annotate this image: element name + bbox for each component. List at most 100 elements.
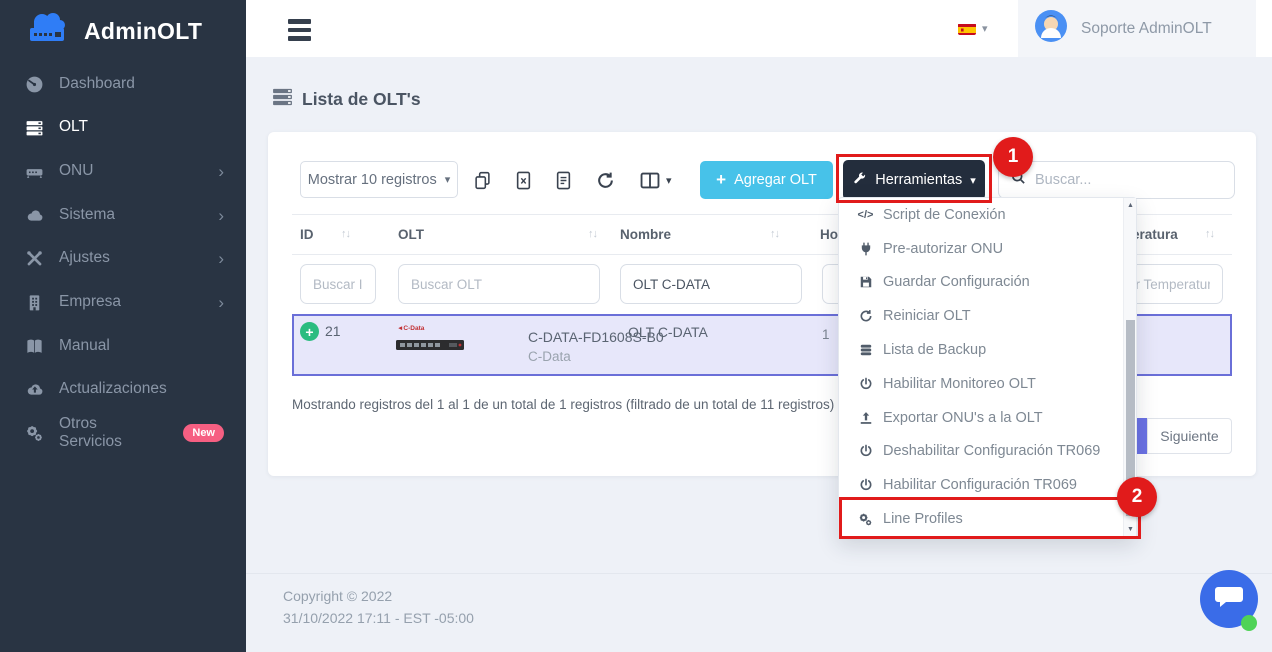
caret-down-icon: ▾ <box>445 173 451 186</box>
add-olt-button[interactable]: + Agregar OLT <box>700 161 833 199</box>
menu-item-reiniciar-olt[interactable]: Reiniciar OLT <box>839 299 1136 333</box>
sidebar-item-label: Ajustes <box>59 249 110 267</box>
sort-icon: ↑↓ <box>770 228 779 240</box>
filter-olt-input[interactable] <box>398 264 600 304</box>
column-header-olt[interactable]: OLT <box>398 227 424 242</box>
sort-icon: ↑↓ <box>341 228 350 240</box>
caret-down-icon: ▾ <box>666 174 672 187</box>
refresh-icon[interactable] <box>596 171 615 190</box>
page-title: Lista de OLT's <box>272 88 421 111</box>
cell-host: 1 <box>822 327 830 342</box>
column-header-id[interactable]: ID <box>300 227 314 242</box>
book-icon <box>24 336 44 356</box>
copy-icon[interactable] <box>474 171 491 190</box>
sidebar-item-onu[interactable]: ONU › <box>0 154 246 188</box>
olt-icon <box>24 117 44 137</box>
menu-item-exportar-onus-a-la-olt[interactable]: Exportar ONU's a la OLT <box>839 401 1136 435</box>
footer-datetime: 31/10/2022 17:11 - EST -05:00 <box>283 610 474 626</box>
chat-widget-button[interactable] <box>1200 570 1258 628</box>
filter-nombre-input[interactable] <box>620 264 802 304</box>
online-status-dot <box>1241 615 1257 631</box>
sidebar-item-label: Sistema <box>59 206 115 224</box>
search-input[interactable] <box>1035 172 1222 188</box>
sidebar-item-dashboard[interactable]: Dashboard <box>0 67 246 101</box>
user-name: Soporte AdminOLT <box>1081 20 1212 38</box>
user-menu[interactable]: Soporte AdminOLT <box>1018 0 1256 57</box>
menu-item-script-de-conexion[interactable]: </> Script de Conexión <box>839 198 1136 232</box>
sidebar-item-label: Otros Servicios <box>59 415 160 451</box>
app-logo-text: AdminOLT <box>84 18 202 45</box>
sidebar-item-ajustes[interactable]: Ajustes › <box>0 241 246 275</box>
chevron-right-icon: › <box>218 250 224 267</box>
cell-olt-brand: C-Data <box>528 349 571 364</box>
tools-dropdown-menu: </> Script de Conexión Pre-autorizar ONU… <box>838 197 1137 538</box>
menu-item-pre-autorizar-onu[interactable]: Pre-autorizar ONU <box>839 232 1136 266</box>
adminolt-screen: AdminOLT Dashboard OLT ONU › Siste <box>0 0 1272 652</box>
footer-divider <box>246 573 1272 574</box>
chevron-right-icon: › <box>218 294 224 311</box>
sidebar: AdminOLT Dashboard OLT ONU › Siste <box>0 0 246 652</box>
scroll-up-icon[interactable]: ▲ <box>1124 202 1137 209</box>
sidebar-item-olt[interactable]: OLT <box>0 110 246 144</box>
sort-icon: ↑↓ <box>588 228 597 240</box>
table-info-text: Mostrando registros del 1 al 1 de un tot… <box>292 397 834 412</box>
chat-bubble-icon <box>1214 584 1244 615</box>
table-search <box>998 161 1235 199</box>
sidebar-item-actualizaciones[interactable]: Actualizaciones <box>0 372 246 406</box>
hamburger-menu-icon[interactable] <box>288 19 311 45</box>
cell-nombre: OLT C-DATA <box>628 324 708 340</box>
upload-icon <box>857 411 874 425</box>
expand-row-icon[interactable]: + <box>300 322 319 341</box>
olt-list-icon <box>272 88 293 111</box>
excel-file-icon[interactable] <box>516 171 531 190</box>
refresh-icon <box>857 309 874 323</box>
sidebar-item-label: Manual <box>59 337 110 355</box>
sort-icon: ↑↓ <box>1205 228 1214 240</box>
language-selector[interactable]: ▾ <box>958 0 988 57</box>
new-badge: New <box>183 424 224 442</box>
save-icon <box>857 275 874 289</box>
cloud-icon <box>24 205 44 225</box>
svg-text:◄C-Data: ◄C-Data <box>397 325 425 332</box>
plug-icon <box>857 242 874 256</box>
chevron-right-icon: › <box>218 163 224 180</box>
menu-item-lista-de-backup[interactable]: Lista de Backup <box>839 333 1136 367</box>
olt-device-image: ◄C-Data <box>394 320 468 367</box>
sidebar-item-label: Empresa <box>59 293 121 311</box>
backup-icon <box>857 343 874 357</box>
table-export-toolbar: ▾ <box>474 162 672 198</box>
sidebar-item-manual[interactable]: Manual <box>0 329 246 363</box>
gears-icon <box>24 423 44 443</box>
step-2-badge: 2 <box>1117 477 1157 517</box>
sidebar-item-label: Dashboard <box>59 75 135 93</box>
filter-id-input[interactable] <box>300 264 376 304</box>
power-icon <box>857 444 874 458</box>
menu-item-habilitar-monitoreo-olt[interactable]: Habilitar Monitoreo OLT <box>839 367 1136 401</box>
adminolt-logo-icon <box>22 10 76 53</box>
avatar <box>1035 10 1067 47</box>
chevron-right-icon: › <box>218 207 224 224</box>
sidebar-item-label: OLT <box>59 118 88 136</box>
sidebar-item-sistema[interactable]: Sistema › <box>0 198 246 232</box>
document-file-icon[interactable] <box>556 171 571 190</box>
column-header-nombre[interactable]: Nombre <box>620 227 671 242</box>
annotation-box-2 <box>839 497 1141 539</box>
onu-icon <box>24 161 44 181</box>
footer-copyright: Copyright © 2022 <box>283 588 392 604</box>
menu-item-deshabilitar-configuracion-tr069[interactable]: Deshabilitar Configuración TR069 <box>839 435 1136 469</box>
app-logo[interactable]: AdminOLT <box>22 10 202 53</box>
cloud-upload-icon <box>24 379 44 399</box>
power-icon <box>857 377 874 391</box>
menu-item-guardar-configuracion[interactable]: Guardar Configuración <box>839 266 1136 300</box>
building-icon <box>24 292 44 312</box>
caret-down-icon: ▾ <box>982 22 988 35</box>
cell-id: 21 <box>325 323 341 339</box>
sidebar-item-otros-servicios[interactable]: Otros Servicios New <box>0 416 246 450</box>
show-entries-dropdown[interactable]: Mostrar 10 registros ▾ <box>300 161 458 198</box>
annotation-box-1 <box>836 154 992 203</box>
pagination-next-button[interactable]: Siguiente <box>1147 418 1232 454</box>
tools-icon <box>24 248 44 268</box>
sidebar-item-empresa[interactable]: Empresa › <box>0 285 246 319</box>
power-icon <box>857 478 874 492</box>
column-visibility-icon[interactable]: ▾ <box>640 172 672 189</box>
